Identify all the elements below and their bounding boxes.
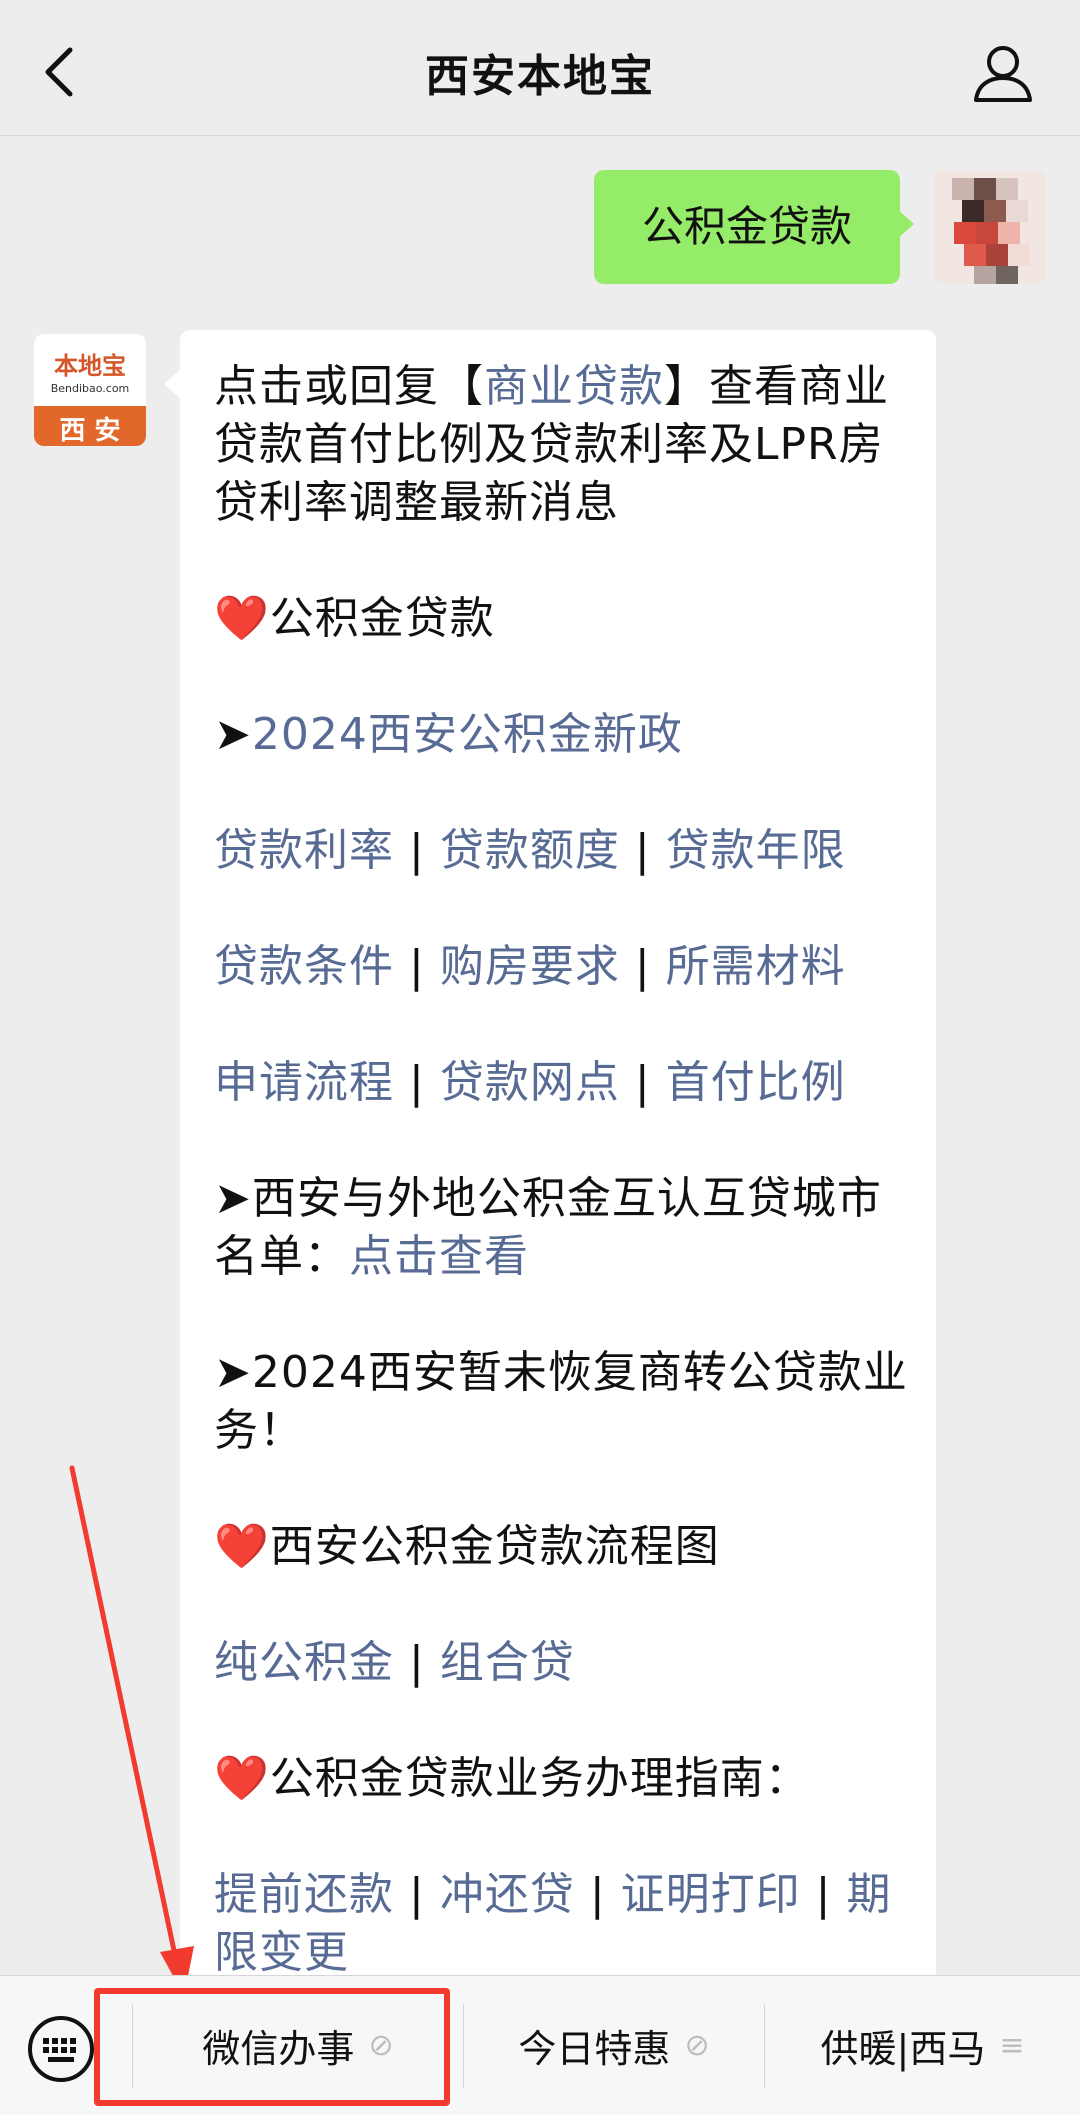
loan-term-link[interactable]: 贷款年限	[666, 825, 846, 876]
heart-icon: ❤️	[214, 1521, 270, 1572]
section-heading: ❤️公积金贷款业务办理指南：	[214, 1750, 914, 1808]
section-heading: ❤️西安公积金贷款流程图	[214, 1518, 914, 1576]
separator: |	[634, 941, 651, 992]
official-account-avatar[interactable]: 本地宝 Bendibao.com 西 安	[34, 334, 146, 446]
bubble-tail	[164, 370, 180, 398]
heart-icon: ❤️	[214, 1753, 270, 1804]
loan-rate-link[interactable]: 贷款利率	[214, 825, 394, 876]
logo-domain: Bendibao.com	[50, 382, 130, 395]
section-title: 公积金贷款业务办理指南：	[269, 1753, 810, 1804]
section-heading: ❤️公积金贷款	[214, 590, 914, 648]
link-row: 提前还款 | 冲还贷 | 证明打印 | 期限变更	[214, 1866, 914, 1982]
separator: |	[409, 941, 425, 992]
heart-icon: ❤️	[214, 593, 270, 644]
arrow-bullet-icon: ➤	[214, 1173, 252, 1224]
link-icon: ⊘	[684, 2028, 710, 2063]
link-row: 贷款利率 | 贷款额度 | 贷款年限	[214, 822, 914, 880]
intro-prefix: 点击或回复【	[214, 361, 484, 412]
menu-icon: ≡	[999, 2028, 1025, 2063]
menu-item-label: 今日特惠	[518, 2027, 671, 2071]
keyboard-icon[interactable]	[26, 2014, 96, 2084]
section-title: 西安公积金贷款流程图	[269, 1521, 720, 1572]
separator: |	[409, 825, 425, 876]
menu-item-daily-deals[interactable]: 今日特惠 ⊘	[464, 1976, 764, 2115]
menu-item-label: 供暖|西马	[820, 2027, 986, 2071]
view-list-link[interactable]: 点击查看	[349, 1231, 529, 1282]
intro-paragraph: 点击或回复【商业贷款】查看商业贷款首付比例及贷款利率及LPR房贷利率调整最新消息	[214, 358, 914, 532]
separator: |	[634, 1057, 651, 1108]
separator: |	[589, 1869, 606, 1920]
loan-amount-link[interactable]: 贷款额度	[440, 825, 620, 876]
commercial-transfer-paragraph: ➤2024西安暂未恢复商转公贷款业务！	[214, 1344, 914, 1460]
logo-city: 西 安	[59, 416, 121, 446]
combined-loan-link[interactable]: 组合贷	[440, 1637, 575, 1688]
loan-conditions-link[interactable]: 贷款条件	[214, 941, 394, 992]
top-navigation-bar: 西安本地宝	[0, 0, 1080, 136]
early-repayment-link[interactable]: 提前还款	[214, 1869, 394, 1920]
loan-outlets-link[interactable]: 贷款网点	[440, 1057, 620, 1108]
policy-paragraph: ➤2024西安公积金新政	[214, 706, 914, 764]
certificate-print-link[interactable]: 证明打印	[621, 1869, 801, 1920]
logo-text: 本地宝	[54, 351, 126, 380]
down-payment-ratio-link[interactable]: 首付比例	[666, 1057, 846, 1108]
application-process-link[interactable]: 申请流程	[214, 1057, 394, 1108]
mutual-text: 西安与外地公积金互认互贷城市名单：	[214, 1173, 882, 1282]
incoming-message-bubble: 点击或回复【商业贷款】查看商业贷款首付比例及贷款利率及LPR房贷利率调整最新消息…	[180, 330, 936, 1990]
separator: |	[409, 1637, 425, 1688]
link-icon: ⊘	[368, 2028, 394, 2063]
message-body: 点击或回复【商业贷款】查看商业贷款首付比例及贷款利率及LPR房贷利率调整最新消息…	[214, 358, 914, 1990]
pure-fund-link[interactable]: 纯公积金	[214, 1637, 394, 1688]
link-row: 贷款条件 | 购房要求 | 所需材料	[214, 938, 914, 996]
outgoing-message-row: 公积金贷款	[586, 170, 1046, 284]
arrow-bullet-icon: ➤	[214, 709, 252, 760]
menu-item-heating-xima[interactable]: 供暖|西马 ≡	[765, 1976, 1080, 2115]
outgoing-message-bubble[interactable]: 公积金贷款	[594, 170, 900, 284]
arrow-bullet-icon: ➤	[214, 1347, 252, 1398]
separator: |	[409, 1869, 425, 1920]
separator: |	[634, 825, 651, 876]
bottom-menu-bar: 微信办事 ⊘ 今日特惠 ⊘ 供暖|西马 ≡	[0, 1975, 1080, 2115]
separator: |	[815, 1869, 832, 1920]
purchase-requirements-link[interactable]: 购房要求	[440, 941, 620, 992]
section-title: 公积金贷款	[269, 593, 495, 644]
mutual-recognition-paragraph: ➤西安与外地公积金互认互贷城市名单：点击查看	[214, 1170, 914, 1286]
offset-repayment-link[interactable]: 冲还贷	[440, 1869, 575, 1920]
menu-item-label: 微信办事	[202, 2027, 355, 2071]
required-materials-link[interactable]: 所需材料	[666, 941, 846, 992]
commercial-text: 2024西安暂未恢复商转公贷款业务！	[214, 1347, 908, 1456]
link-row: 申请流程 | 贷款网点 | 首付比例	[214, 1054, 914, 1112]
bubble-tail	[898, 210, 914, 238]
commercial-loan-link[interactable]: 商业贷款	[484, 361, 664, 412]
policy-link[interactable]: 2024西安公积金新政	[252, 709, 683, 760]
separator: |	[409, 1057, 425, 1108]
chat-title: 西安本地宝	[425, 51, 655, 102]
person-icon[interactable]	[970, 44, 1036, 104]
user-avatar[interactable]	[934, 170, 1046, 284]
menu-item-wechat-service[interactable]: 微信办事 ⊘	[133, 1976, 463, 2115]
link-row: 纯公积金 | 组合贷	[214, 1634, 914, 1692]
